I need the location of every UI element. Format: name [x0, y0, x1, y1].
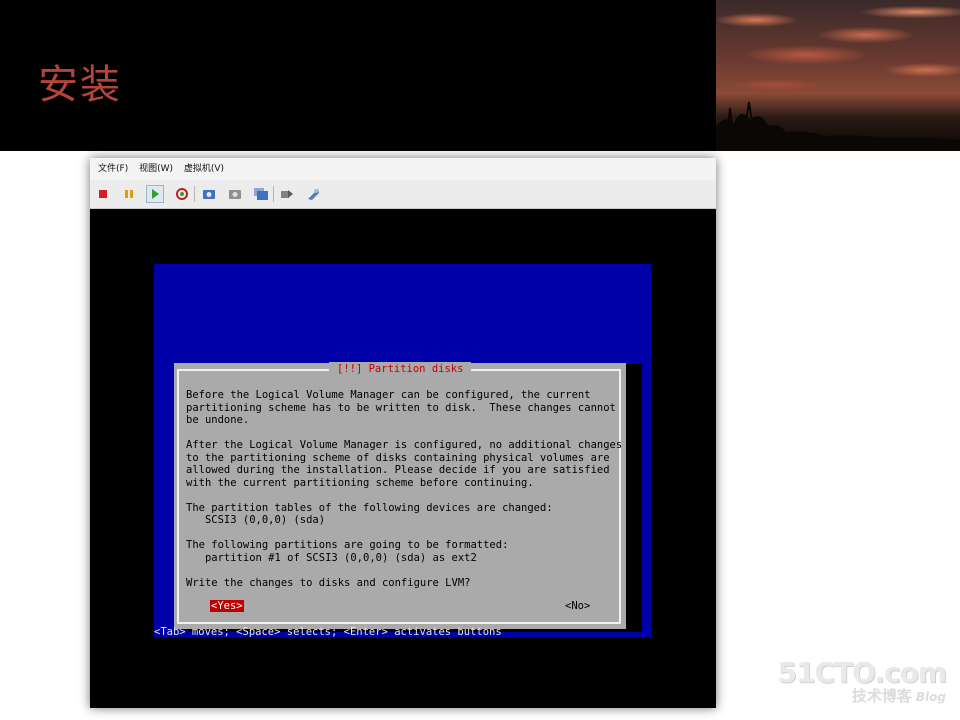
reset-icon [176, 188, 188, 200]
vm-screen[interactable]: [!!] Partition disks Before the Logical … [90, 209, 716, 708]
yes-button[interactable]: <Yes> [210, 600, 244, 612]
revert-snapshot-icon [229, 190, 241, 199]
menu-view[interactable]: 视图(W) [139, 158, 173, 180]
settings-icon [308, 189, 319, 200]
pause-icon [125, 190, 133, 198]
send-keys-icon [281, 190, 293, 198]
partition-dialog: [!!] Partition disks Before the Logical … [174, 362, 626, 629]
snapshot-icon [203, 190, 215, 199]
watermark-blog: Blog [915, 690, 946, 704]
dialog-message: Before the Logical Volume Manager can be… [186, 389, 623, 589]
snapshot-manager-icon [254, 188, 268, 200]
stop-button[interactable] [94, 185, 112, 203]
toolbar-separator [273, 186, 274, 202]
watermark-tagline-text: 技术博客 [851, 687, 912, 705]
toolbar-separator [194, 186, 195, 202]
slide-header: 安装 [0, 0, 960, 151]
snapshot-button[interactable] [200, 185, 218, 203]
watermark-brand: 51CTO.com [777, 656, 947, 689]
pause-button[interactable] [120, 185, 138, 203]
keyboard-hint: <Tab> moves; <Space> selects; <Enter> ac… [154, 626, 502, 638]
tree-silhouette [716, 101, 960, 151]
toolbar [90, 180, 716, 209]
dialog-title: [!!] Partition disks [329, 362, 472, 376]
revert-snapshot-button[interactable] [226, 185, 244, 203]
play-button[interactable] [146, 185, 164, 203]
menu-file[interactable]: 文件(F) [98, 158, 128, 180]
menu-bar: 文件(F) 视图(W) 虚拟机(V) [90, 158, 716, 180]
watermark: 51CTO.com 技术博客 Blog [777, 656, 947, 706]
vm-console-window: 文件(F) 视图(W) 虚拟机(V) [!!] Partition disks … [90, 158, 716, 708]
send-keys-button[interactable] [278, 185, 296, 203]
watermark-tagline: 技术博客 Blog [778, 687, 946, 706]
play-icon [152, 189, 159, 199]
stop-icon [99, 190, 107, 198]
sunset-photo [716, 0, 960, 151]
menu-vm[interactable]: 虚拟机(V) [184, 158, 224, 180]
no-button[interactable]: <No> [565, 600, 590, 612]
settings-button[interactable] [304, 185, 322, 203]
snapshot-manager-button[interactable] [252, 185, 270, 203]
reset-button[interactable] [173, 185, 191, 203]
slide-title: 安装 [38, 62, 122, 108]
